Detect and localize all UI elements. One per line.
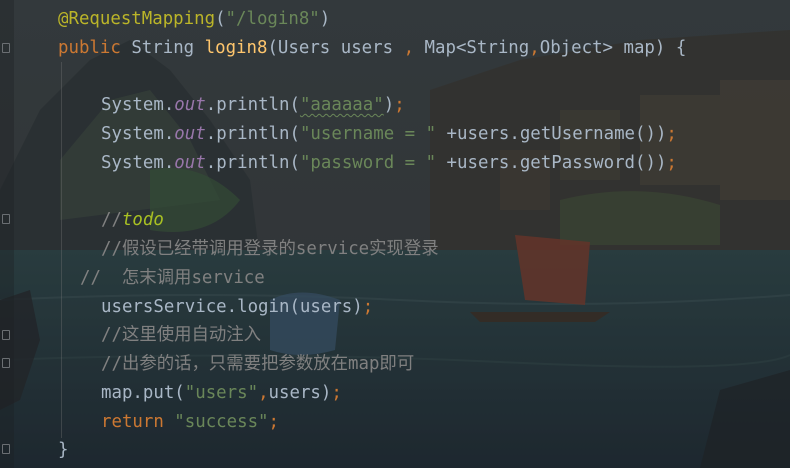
string-token: "username = " [299,124,437,144]
comment-token: // [101,210,122,230]
code-line-10: //这里使用自动注入 [101,325,262,345]
keyword-token: return [101,412,164,432]
field-token: out [174,124,206,144]
code-editor[interactable]: @RequestMapping("/login8") public String… [0,0,790,468]
string-token: "users" [184,383,259,403]
code-line-11: //出参的话，只需要把参数放在map即可 [101,354,415,374]
field-token: out [174,95,206,115]
code-line-2: public String login8(Users users , Map<S… [58,38,687,58]
code-line-7: //假设已经带调用登录的service实现登录 [101,239,439,259]
field-token: out [174,153,206,173]
annotation-token: @RequestMapping [58,9,216,29]
code-line-12: map.put("users",users); [101,383,342,403]
string-token: "aaaaaa" [299,95,384,115]
keyword-token: public [58,38,121,58]
code-line-14: } [58,440,69,460]
method-name-token: login8 [204,38,268,58]
todo-token: todo [121,210,164,230]
code-line-9: usersService.login(users); [101,297,374,317]
code-line-4: System.out.println("username = " +users.… [101,124,677,144]
code-line-13: return "success"; [101,412,280,432]
code-area[interactable]: @RequestMapping("/login8") public String… [0,0,790,468]
code-line-8: // 怎末调用service [80,268,265,288]
string-token: "success" [163,412,269,432]
code-line-6: //todo [101,206,164,235]
string-token: "password = " [299,153,437,173]
string-token: "/login8" [225,9,320,29]
code-line-3: System.out.println("aaaaaa"); [101,95,405,115]
code-line-5: System.out.println("password = " +users.… [101,153,677,173]
code-line-1: @RequestMapping("/login8") [58,9,331,29]
